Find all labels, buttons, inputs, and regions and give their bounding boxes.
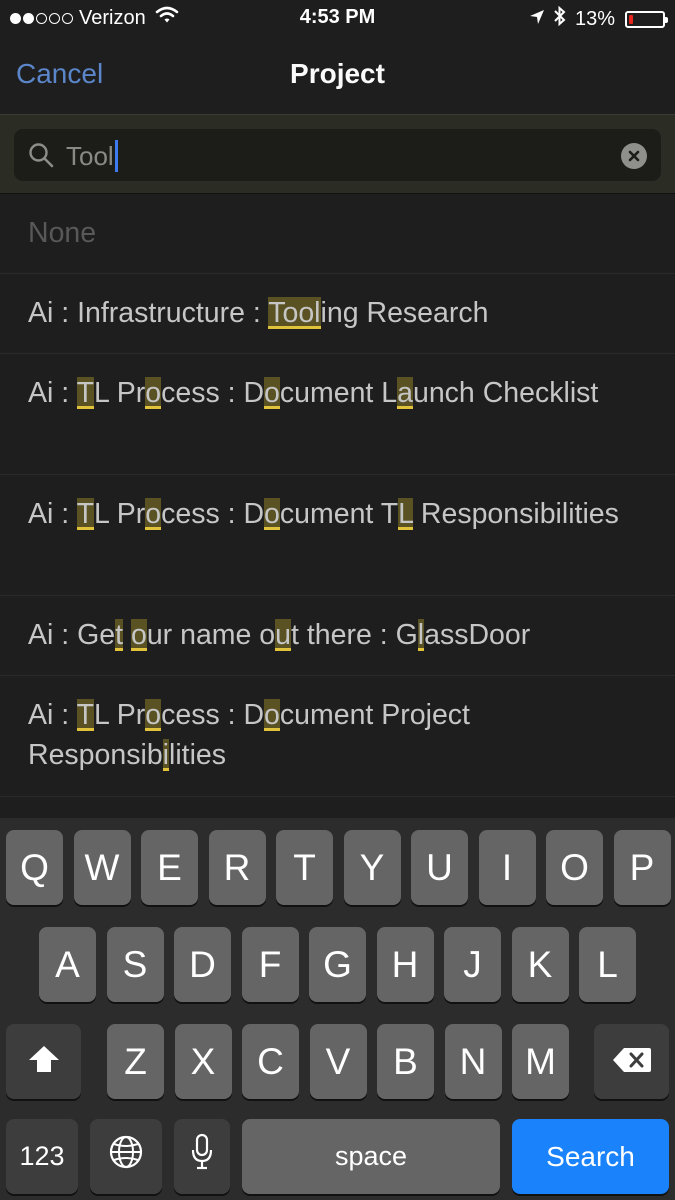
key-i[interactable]: I [478, 830, 536, 905]
key-j[interactable]: J [444, 927, 501, 1002]
key-f[interactable]: F [241, 927, 299, 1002]
bluetooth-icon [553, 5, 567, 32]
result-row[interactable]: Ai : TL Process : Document Launch Checkl… [0, 354, 675, 475]
key-a[interactable]: A [39, 927, 96, 1002]
result-row[interactable]: Ai : Get our name out there : GlassDoor [0, 596, 675, 676]
microphone-key[interactable] [174, 1119, 230, 1194]
search-icon [28, 142, 54, 173]
search-query[interactable]: Tool [66, 140, 118, 172]
results-list: None Ai : Infrastructure : Tooling Resear… [0, 194, 675, 797]
space-key[interactable]: space [242, 1119, 500, 1194]
battery-level [629, 14, 633, 24]
key-s[interactable]: S [106, 927, 164, 1002]
microphone-icon [190, 1133, 214, 1180]
key-g[interactable]: G [309, 927, 366, 1002]
key-k[interactable]: K [511, 927, 569, 1002]
battery-icon [625, 10, 668, 28]
key-n[interactable]: N [444, 1024, 502, 1099]
shift-key[interactable] [6, 1024, 81, 1099]
key-q[interactable]: Q [6, 830, 63, 905]
key-b[interactable]: B [377, 1024, 434, 1099]
delete-key[interactable] [594, 1024, 669, 1099]
result-label: Ai : Get our name out there : GlassDoor [28, 619, 531, 651]
result-label: Ai : TL Process : Document Project Respo… [28, 699, 470, 771]
search-query-text: Tool [66, 140, 114, 171]
search-bar: Tool [0, 114, 675, 194]
result-label: None [28, 217, 97, 249]
key-v[interactable]: V [309, 1024, 367, 1099]
page-title: Project [290, 58, 385, 89]
result-row[interactable]: Ai : Infrastructure : Tooling Research [0, 274, 675, 354]
keyboard: Q W E R T Y U I O P A S D F G H J K L Z X C V B N M 123 space Search [0, 818, 675, 1200]
key-r[interactable]: R [208, 830, 266, 905]
key-w[interactable]: W [73, 830, 131, 905]
result-label: Ai : TL Process : Document Launch Checkl… [28, 377, 599, 409]
navigation-bar: Cancel Project [0, 36, 675, 114]
status-bar: Verizon 4:53 PM 13% [0, 0, 675, 36]
key-t[interactable]: T [276, 830, 333, 905]
battery-percent: 13% [574, 7, 615, 30]
key-z[interactable]: Z [107, 1024, 164, 1099]
result-none[interactable]: None [0, 194, 675, 274]
result-label: Ai : Infrastructure : Tooling Research [28, 297, 489, 329]
status-right: 13% [529, 5, 668, 32]
key-x[interactable]: X [174, 1024, 232, 1099]
text-caret [114, 140, 118, 172]
search-key[interactable]: Search [512, 1119, 669, 1194]
result-row[interactable]: Ai : TL Process : Document TL Responsibi… [0, 475, 675, 596]
location-arrow-icon [529, 8, 545, 31]
key-d[interactable]: D [174, 927, 231, 1002]
key-e[interactable]: E [141, 830, 198, 905]
key-y[interactable]: Y [343, 830, 401, 905]
key-p[interactable]: P [613, 830, 671, 905]
key-o[interactable]: O [546, 830, 603, 905]
result-label: Ai : TL Process : Document TL Responsibi… [28, 498, 619, 530]
key-m[interactable]: M [512, 1024, 569, 1099]
globe-key[interactable] [90, 1119, 162, 1194]
key-u[interactable]: U [411, 830, 468, 905]
key-l[interactable]: L [579, 927, 636, 1002]
clear-icon[interactable] [621, 143, 647, 169]
result-row[interactable]: Ai : TL Process : Document Project Respo… [0, 676, 675, 797]
key-c[interactable]: C [242, 1024, 299, 1099]
delete-icon [612, 1041, 652, 1083]
numbers-key[interactable]: 123 [6, 1119, 78, 1194]
key-h[interactable]: H [376, 927, 434, 1002]
search-input[interactable]: Tool [14, 129, 661, 181]
globe-icon [108, 1134, 144, 1179]
shift-icon [27, 1041, 61, 1083]
